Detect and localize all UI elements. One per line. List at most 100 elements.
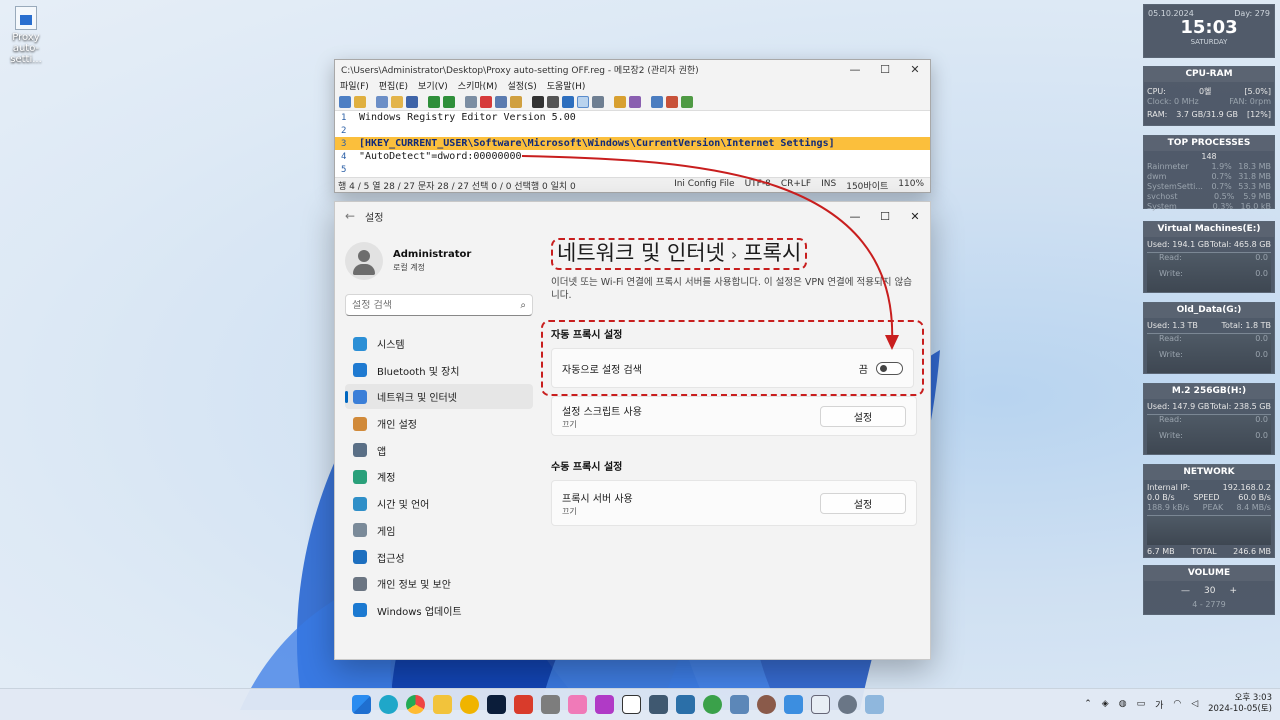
menu-settings[interactable]: 설정(S): [507, 79, 536, 92]
notepad-editor[interactable]: 1 Windows Registry Editor Version 5.00 2 …: [335, 111, 930, 177]
chevron-up-icon[interactable]: ⌃: [1084, 699, 1092, 709]
sidebar-item[interactable]: 시스템: [345, 331, 533, 356]
maximize-icon[interactable]: ☐: [870, 210, 900, 223]
proxy-server-button[interactable]: 설정: [820, 492, 906, 514]
status-eol[interactable]: CR+LF: [781, 179, 811, 192]
app-icon[interactable]: [541, 695, 560, 714]
goto-icon[interactable]: [562, 95, 574, 108]
process-cpu: 0.7%: [1211, 172, 1232, 181]
wordwrap-icon[interactable]: [577, 95, 589, 108]
app-icon[interactable]: [757, 695, 776, 714]
zoom-in-icon[interactable]: [614, 95, 626, 108]
photoshop-icon[interactable]: [487, 695, 506, 714]
minimize-icon[interactable]: —: [840, 210, 870, 223]
menu-help[interactable]: 도움말(H): [547, 79, 586, 92]
search-input[interactable]: [352, 299, 521, 311]
status-zoom[interactable]: 110%: [898, 179, 924, 192]
sidebar-item[interactable]: Windows 업데이트: [345, 598, 533, 623]
undo-icon[interactable]: [428, 95, 440, 108]
setup-script-button[interactable]: 설정: [820, 405, 906, 427]
app-icon[interactable]: [568, 695, 587, 714]
volume-up-button[interactable]: +: [1229, 586, 1237, 596]
utorrent-icon[interactable]: [703, 695, 722, 714]
breadcrumb-parent[interactable]: 네트워크 및 인터넷: [557, 241, 725, 265]
status-scheme[interactable]: Ini Config File: [674, 179, 735, 192]
ime-indicator[interactable]: 가: [1155, 698, 1163, 711]
sidebar-item[interactable]: 계정: [345, 464, 533, 489]
disk-graph: Read: 0.0 Write: 0.0: [1147, 414, 1271, 454]
user-profile[interactable]: Administrator 로컬 계정: [345, 238, 533, 284]
process-mem: 18.3 MB: [1238, 162, 1271, 171]
menu-edit[interactable]: 편집(E): [379, 79, 408, 92]
zoom-out-icon[interactable]: [629, 95, 641, 108]
replace-icon[interactable]: [547, 95, 559, 108]
app-icon[interactable]: [676, 695, 695, 714]
close-icon[interactable]: ✕: [900, 63, 930, 76]
notepad-app-icon[interactable]: [865, 695, 884, 714]
sidebar-item[interactable]: 개인 설정: [345, 411, 533, 436]
settings-icon[interactable]: [681, 95, 693, 108]
settings-app-icon[interactable]: [838, 695, 857, 714]
menu-view[interactable]: 보기(V): [418, 79, 448, 92]
cpu-clock: Clock: 0 MHz: [1147, 97, 1199, 106]
app-icon[interactable]: [784, 695, 803, 714]
taskbar-clock[interactable]: 오후 3:03 2024-10-05(토): [1208, 693, 1272, 715]
sidebar-item[interactable]: 개인 정보 및 보안: [345, 571, 533, 596]
sidebar-item[interactable]: 시간 및 언어: [345, 491, 533, 516]
search-icon[interactable]: ⌕: [520, 300, 526, 311]
desktop-file-icon[interactable]: Proxy auto-setti...: [4, 6, 48, 65]
process-row: dwm 0.7% 31.8 MB: [1144, 172, 1274, 182]
chrome-icon[interactable]: [406, 695, 425, 714]
cut-icon[interactable]: [465, 95, 477, 108]
sidebar-item[interactable]: Bluetooth 및 장치: [345, 358, 533, 383]
notepad-window: C:\Users\Administrator\Desktop\Proxy aut…: [334, 59, 931, 193]
status-position: 행 4 / 5 열 28 / 27 문자 28 / 27 선택 0 / 0 선택…: [338, 181, 576, 192]
file-explorer-icon[interactable]: [433, 695, 452, 714]
app-icon[interactable]: [730, 695, 749, 714]
speaker-icon[interactable]: ◁: [1191, 699, 1198, 709]
shield-icon[interactable]: ◍: [1119, 699, 1127, 709]
volume-down-button[interactable]: —: [1181, 586, 1190, 596]
redo-icon[interactable]: [443, 95, 455, 108]
scheme-icon[interactable]: [651, 95, 663, 108]
status-ins[interactable]: INS: [821, 179, 836, 192]
sidebar-item[interactable]: 앱: [345, 438, 533, 463]
line-number: 2: [341, 125, 347, 136]
back-arrow-icon[interactable]: ←: [335, 209, 365, 223]
paste-icon[interactable]: [510, 95, 522, 108]
delete-icon[interactable]: [480, 95, 492, 108]
gadget-title: CPU-RAM: [1144, 67, 1274, 82]
open-icon[interactable]: [354, 95, 366, 108]
save-icon[interactable]: [406, 95, 418, 108]
app-icon[interactable]: [460, 695, 479, 714]
menu-file[interactable]: 파일(F): [340, 79, 369, 92]
tray-app-icon[interactable]: ◈: [1102, 699, 1109, 709]
wifi-icon[interactable]: ◠: [1173, 699, 1181, 709]
app-icon[interactable]: [595, 695, 614, 714]
sidebar-item[interactable]: 네트워크 및 인터넷: [345, 384, 533, 410]
app-icon[interactable]: [811, 695, 830, 714]
copy-icon[interactable]: [495, 95, 507, 108]
sidebar-item[interactable]: 접근성: [345, 545, 533, 570]
start-icon[interactable]: [352, 695, 371, 714]
disk-gadget: Virtual Machines(E:) Used: 194.1 GB Total:…: [1143, 221, 1275, 293]
edge-icon[interactable]: [379, 695, 398, 714]
customize-icon[interactable]: [666, 95, 678, 108]
auto-detect-toggle[interactable]: [876, 361, 903, 375]
menu-scheme[interactable]: 스키마(M): [458, 79, 498, 92]
maximize-icon[interactable]: ☐: [870, 63, 900, 76]
new-icon[interactable]: [339, 95, 351, 108]
app-icon[interactable]: [649, 695, 668, 714]
browse-icon[interactable]: [376, 95, 388, 108]
settings-search[interactable]: ⌕: [345, 294, 533, 316]
folder-icon[interactable]: [391, 95, 403, 108]
minimize-icon[interactable]: —: [840, 63, 870, 76]
close-icon[interactable]: ✕: [900, 210, 930, 223]
status-encoding[interactable]: UTF-8: [745, 179, 771, 192]
find-icon[interactable]: [532, 95, 544, 108]
sidebar-item[interactable]: 게임: [345, 518, 533, 543]
app-icon[interactable]: [514, 695, 533, 714]
app-icon[interactable]: [622, 695, 641, 714]
network-icon[interactable]: ▭: [1137, 699, 1146, 709]
linenumber-icon[interactable]: [592, 95, 604, 108]
